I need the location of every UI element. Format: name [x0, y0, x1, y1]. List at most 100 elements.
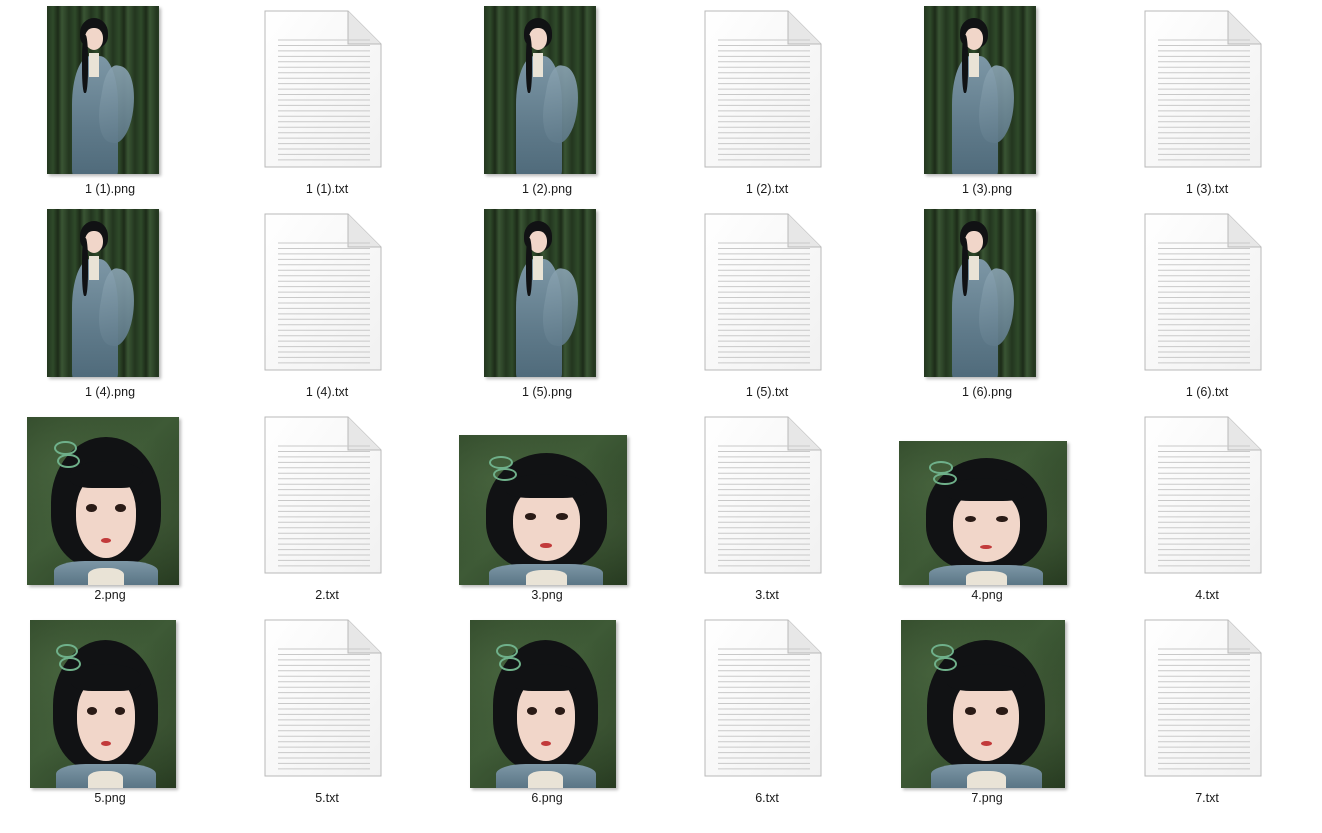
thumbnail-area[interactable]: [437, 4, 657, 176]
thumbnail-area[interactable]: [217, 4, 437, 176]
file-name-label[interactable]: 1 (6).txt: [1097, 385, 1317, 399]
file-item-text[interactable]: 4.txt: [1097, 410, 1317, 613]
file-item-text[interactable]: 1 (5).txt: [657, 207, 877, 410]
file-name-label[interactable]: 1 (5).txt: [657, 385, 877, 399]
file-item-image[interactable]: 6.png: [437, 613, 657, 816]
thumbnail-area[interactable]: [877, 410, 1097, 585]
file-name-label[interactable]: 5.txt: [217, 791, 437, 805]
file-name-label[interactable]: 1 (4).png: [0, 385, 220, 399]
file-name-label[interactable]: 1 (2).txt: [657, 182, 877, 196]
file-name-label[interactable]: 1 (3).png: [877, 182, 1097, 196]
file-name-label[interactable]: 1 (6).png: [877, 385, 1097, 399]
image-thumbnail[interactable]: [47, 209, 159, 377]
file-name-label[interactable]: 4.png: [877, 588, 1097, 602]
thumbnail-area[interactable]: [217, 207, 437, 379]
file-item-text[interactable]: 3.txt: [657, 410, 877, 613]
file-item-image[interactable]: 1 (3).png: [877, 4, 1097, 207]
text-document-icon[interactable]: [264, 619, 382, 777]
file-item-image[interactable]: 2.png: [0, 410, 220, 613]
file-name-label[interactable]: 1 (1).txt: [217, 182, 437, 196]
file-name-label[interactable]: 1 (2).png: [437, 182, 657, 196]
file-item-image[interactable]: 1 (2).png: [437, 4, 657, 207]
image-thumbnail[interactable]: [484, 209, 596, 377]
figure-lip: [540, 740, 552, 746]
image-thumbnail[interactable]: [470, 620, 616, 788]
thumbnail-area[interactable]: [657, 613, 877, 785]
thumbnail-area[interactable]: [437, 410, 657, 585]
figure-hair: [506, 474, 587, 498]
text-document-icon[interactable]: [264, 416, 382, 574]
file-name-label[interactable]: 1 (3).txt: [1097, 182, 1317, 196]
thumbnail-area[interactable]: [1097, 207, 1317, 379]
file-name-label[interactable]: 7.txt: [1097, 791, 1317, 805]
subject-figure: [47, 6, 159, 174]
file-item-text[interactable]: 7.txt: [1097, 613, 1317, 816]
thumbnail-area[interactable]: [0, 613, 220, 788]
file-item-image[interactable]: 1 (6).png: [877, 207, 1097, 410]
file-name-label[interactable]: 4.txt: [1097, 588, 1317, 602]
file-item-text[interactable]: 5.txt: [217, 613, 437, 816]
file-item-image[interactable]: 3.png: [437, 410, 657, 613]
file-name-label[interactable]: 1 (1).png: [0, 182, 220, 196]
file-item-image[interactable]: 7.png: [877, 613, 1097, 816]
image-thumbnail[interactable]: [27, 417, 179, 585]
text-document-icon[interactable]: [264, 213, 382, 371]
file-name-label[interactable]: 1 (5).png: [437, 385, 657, 399]
file-item-image[interactable]: 5.png: [0, 613, 220, 816]
file-item-text[interactable]: 1 (4).txt: [217, 207, 437, 410]
file-item-text[interactable]: 1 (1).txt: [217, 4, 437, 207]
image-thumbnail[interactable]: [47, 6, 159, 174]
file-name-label[interactable]: 2.png: [0, 588, 220, 602]
image-thumbnail[interactable]: [30, 620, 176, 788]
thumbnail-area[interactable]: [0, 410, 220, 585]
text-document-icon[interactable]: [1144, 10, 1262, 168]
file-item-image[interactable]: 1 (5).png: [437, 207, 657, 410]
file-name-label[interactable]: 5.png: [0, 791, 220, 805]
image-thumbnail[interactable]: [459, 435, 627, 585]
image-thumbnail[interactable]: [899, 441, 1067, 585]
file-name-label[interactable]: 6.txt: [657, 791, 877, 805]
thumbnail-area[interactable]: [217, 410, 437, 582]
file-name-label[interactable]: 6.png: [437, 791, 657, 805]
file-name-label[interactable]: 2.txt: [217, 588, 437, 602]
thumbnail-area[interactable]: [0, 207, 220, 379]
text-document-icon[interactable]: [1144, 619, 1262, 777]
file-name-label[interactable]: 7.png: [877, 791, 1097, 805]
file-item-text[interactable]: 1 (3).txt: [1097, 4, 1317, 207]
file-item-image[interactable]: 1 (4).png: [0, 207, 220, 410]
thumbnail-area[interactable]: [657, 207, 877, 379]
thumbnail-area[interactable]: [877, 613, 1097, 788]
file-item-text[interactable]: 6.txt: [657, 613, 877, 816]
thumbnail-area[interactable]: [217, 613, 437, 785]
image-thumbnail[interactable]: [484, 6, 596, 174]
file-item-image[interactable]: 4.png: [877, 410, 1097, 613]
image-thumbnail[interactable]: [924, 209, 1036, 377]
file-item-image[interactable]: 1 (1).png: [0, 4, 220, 207]
text-document-icon[interactable]: [704, 619, 822, 777]
text-document-icon[interactable]: [704, 10, 822, 168]
text-document-icon[interactable]: [264, 10, 382, 168]
image-thumbnail[interactable]: [924, 6, 1036, 174]
thumbnail-area[interactable]: [0, 4, 220, 176]
thumbnail-area[interactable]: [437, 207, 657, 379]
text-document-icon[interactable]: [1144, 416, 1262, 574]
file-item-text[interactable]: 2.txt: [217, 410, 437, 613]
file-name-label[interactable]: 3.txt: [657, 588, 877, 602]
file-item-text[interactable]: 1 (2).txt: [657, 4, 877, 207]
file-item-text[interactable]: 1 (6).txt: [1097, 207, 1317, 410]
thumbnail-area[interactable]: [1097, 410, 1317, 582]
file-name-label[interactable]: 1 (4).txt: [217, 385, 437, 399]
thumbnail-area[interactable]: [877, 4, 1097, 176]
thumbnail-area[interactable]: [1097, 4, 1317, 176]
text-document-icon[interactable]: [704, 213, 822, 371]
thumbnail-area[interactable]: [1097, 613, 1317, 785]
subject-figure: [484, 6, 596, 174]
image-thumbnail[interactable]: [901, 620, 1065, 788]
thumbnail-area[interactable]: [437, 613, 657, 788]
thumbnail-area[interactable]: [657, 410, 877, 582]
thumbnail-area[interactable]: [657, 4, 877, 176]
text-document-icon[interactable]: [1144, 213, 1262, 371]
file-name-label[interactable]: 3.png: [437, 588, 657, 602]
text-document-icon[interactable]: [704, 416, 822, 574]
thumbnail-area[interactable]: [877, 207, 1097, 379]
